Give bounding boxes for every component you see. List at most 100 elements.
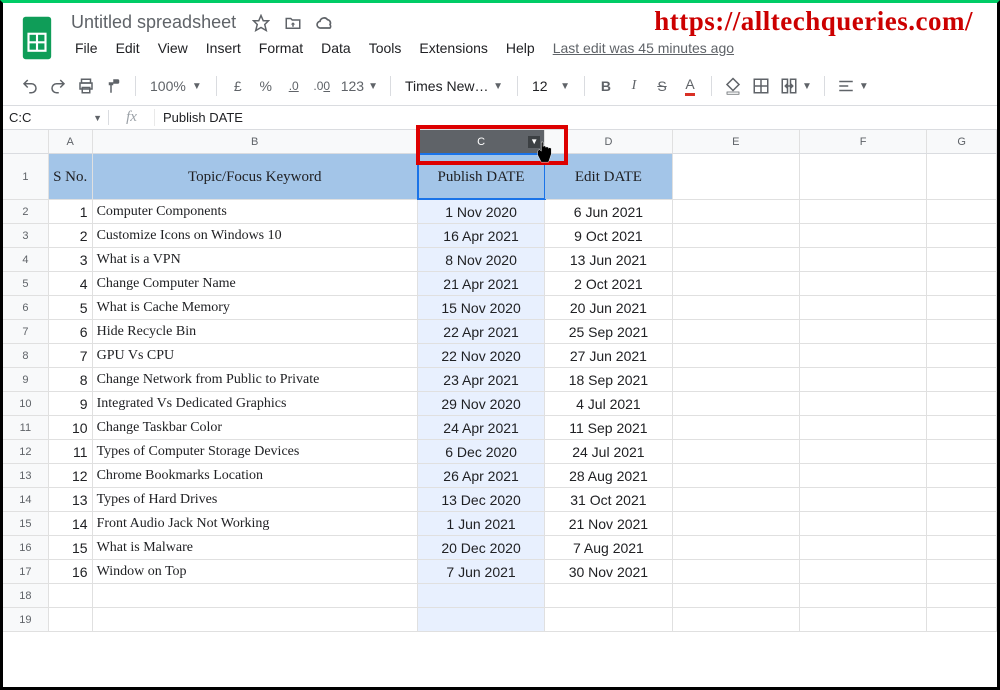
- column-header-e[interactable]: E: [673, 130, 800, 153]
- cell[interactable]: Front Audio Jack Not Working: [93, 512, 418, 535]
- cell[interactable]: [673, 440, 800, 463]
- row-header[interactable]: 16: [3, 536, 49, 559]
- cell[interactable]: 26 Apr 2021: [418, 464, 545, 487]
- cell[interactable]: [673, 248, 800, 271]
- cell[interactable]: 21 Nov 2021: [545, 512, 672, 535]
- row-header[interactable]: 3: [3, 224, 49, 247]
- cell[interactable]: [800, 272, 927, 295]
- cell[interactable]: [800, 224, 927, 247]
- cell[interactable]: [93, 584, 418, 607]
- cell[interactable]: [927, 200, 997, 223]
- cell[interactable]: [800, 368, 927, 391]
- cell[interactable]: [673, 392, 800, 415]
- formula-input[interactable]: Publish DATE: [155, 110, 997, 125]
- cell[interactable]: [927, 536, 997, 559]
- cell[interactable]: [673, 368, 800, 391]
- undo-button[interactable]: [17, 73, 43, 99]
- redo-button[interactable]: [45, 73, 71, 99]
- cell[interactable]: [927, 392, 997, 415]
- row-header[interactable]: 1: [3, 154, 49, 199]
- cell[interactable]: [800, 536, 927, 559]
- cell[interactable]: [673, 560, 800, 583]
- cell[interactable]: [927, 488, 997, 511]
- row-header[interactable]: 18: [3, 584, 49, 607]
- cell[interactable]: [673, 200, 800, 223]
- star-icon[interactable]: [250, 12, 272, 34]
- cell[interactable]: 11 Sep 2021: [545, 416, 672, 439]
- decrease-decimal-button[interactable]: .0: [281, 73, 307, 99]
- cell[interactable]: 14: [49, 512, 93, 535]
- font-dropdown[interactable]: Times New…▼: [399, 78, 509, 94]
- row-header[interactable]: 2: [3, 200, 49, 223]
- cell[interactable]: [927, 320, 997, 343]
- increase-decimal-button[interactable]: .00: [309, 73, 335, 99]
- cell[interactable]: [800, 248, 927, 271]
- cell[interactable]: 29 Nov 2020: [418, 392, 545, 415]
- cell[interactable]: 1 Jun 2021: [418, 512, 545, 535]
- cell[interactable]: 21 Apr 2021: [418, 272, 545, 295]
- cell[interactable]: 20 Jun 2021: [545, 296, 672, 319]
- cell[interactable]: [927, 296, 997, 319]
- cell[interactable]: [673, 296, 800, 319]
- cell[interactable]: [800, 416, 927, 439]
- print-button[interactable]: [73, 73, 99, 99]
- row-header[interactable]: 9: [3, 368, 49, 391]
- cell[interactable]: 12: [49, 464, 93, 487]
- cell[interactable]: 7: [49, 344, 93, 367]
- cell[interactable]: What is Cache Memory: [93, 296, 418, 319]
- column-header-d[interactable]: D: [545, 130, 672, 153]
- cell[interactable]: 30 Nov 2021: [545, 560, 672, 583]
- cell[interactable]: 2 Oct 2021: [545, 272, 672, 295]
- bold-button[interactable]: B: [593, 73, 619, 99]
- cell[interactable]: What is Malware: [93, 536, 418, 559]
- cell[interactable]: 11: [49, 440, 93, 463]
- cell[interactable]: 31 Oct 2021: [545, 488, 672, 511]
- cell[interactable]: [49, 584, 93, 607]
- cell[interactable]: 13: [49, 488, 93, 511]
- cell[interactable]: What is a VPN: [93, 248, 418, 271]
- column-header-b[interactable]: B: [93, 130, 418, 153]
- cell[interactable]: 15 Nov 2020: [418, 296, 545, 319]
- cell[interactable]: Change Taskbar Color: [93, 416, 418, 439]
- cell[interactable]: GPU Vs CPU: [93, 344, 418, 367]
- row-header[interactable]: 10: [3, 392, 49, 415]
- borders-button[interactable]: [748, 73, 774, 99]
- row-header[interactable]: 5: [3, 272, 49, 295]
- cell[interactable]: [927, 512, 997, 535]
- cell[interactable]: [673, 344, 800, 367]
- sheets-logo[interactable]: [17, 11, 57, 65]
- menu-tools[interactable]: Tools: [361, 36, 410, 60]
- cell[interactable]: [673, 154, 800, 199]
- cell[interactable]: [418, 608, 545, 631]
- cell[interactable]: [927, 248, 997, 271]
- column-header-a[interactable]: A: [49, 130, 93, 153]
- menu-view[interactable]: View: [150, 36, 196, 60]
- cell[interactable]: [673, 536, 800, 559]
- cell[interactable]: [800, 440, 927, 463]
- last-edit-status[interactable]: Last edit was 45 minutes ago: [553, 40, 734, 56]
- cell[interactable]: 24 Jul 2021: [545, 440, 672, 463]
- move-icon[interactable]: [282, 12, 304, 34]
- cell[interactable]: Chrome Bookmarks Location: [93, 464, 418, 487]
- cell[interactable]: 13 Jun 2021: [545, 248, 672, 271]
- cell[interactable]: Window on Top: [93, 560, 418, 583]
- cell[interactable]: [927, 560, 997, 583]
- cell[interactable]: 25 Sep 2021: [545, 320, 672, 343]
- cell[interactable]: 22 Apr 2021: [418, 320, 545, 343]
- cell[interactable]: [927, 584, 997, 607]
- menu-format[interactable]: Format: [251, 36, 311, 60]
- cell[interactable]: [545, 584, 672, 607]
- cell[interactable]: [673, 320, 800, 343]
- menu-data[interactable]: Data: [313, 36, 359, 60]
- cell[interactable]: [673, 512, 800, 535]
- text-color-button[interactable]: A: [677, 73, 703, 99]
- cell[interactable]: 4: [49, 272, 93, 295]
- cell[interactable]: [673, 488, 800, 511]
- cell[interactable]: 23 Apr 2021: [418, 368, 545, 391]
- row-header[interactable]: 6: [3, 296, 49, 319]
- cell[interactable]: 16 Apr 2021: [418, 224, 545, 247]
- cell[interactable]: [673, 416, 800, 439]
- zoom-dropdown[interactable]: 100%▼: [144, 78, 208, 94]
- cell[interactable]: [927, 272, 997, 295]
- cell[interactable]: Publish DATE: [418, 154, 545, 199]
